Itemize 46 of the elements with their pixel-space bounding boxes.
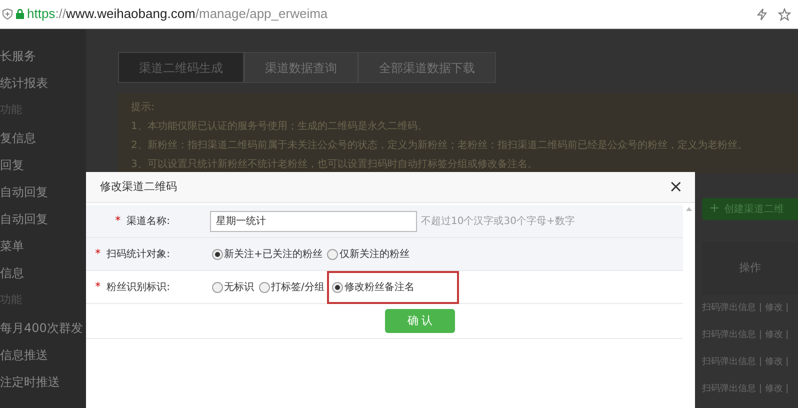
radio-option[interactable]: 仅新关注的粉丝 xyxy=(325,244,412,264)
field-label: 渠道名称: xyxy=(126,214,170,228)
lock-icon xyxy=(16,9,24,19)
shield-icon xyxy=(2,8,13,20)
sidebar-item[interactable]: 注定时推送 xyxy=(0,368,86,395)
sidebar-item[interactable]: 长服务 xyxy=(0,42,86,69)
modal-title: 修改渠道二维码 xyxy=(100,178,177,195)
confirm-button[interactable]: 确 认 xyxy=(385,309,455,333)
sidebar-item[interactable]: 菜单 xyxy=(0,232,86,259)
tab[interactable]: 渠道二维码生成 xyxy=(118,52,244,83)
radio-option[interactable]: 修改粉丝备注名 xyxy=(327,270,460,304)
radio-option[interactable]: 新关注+已关注的粉丝 xyxy=(210,244,324,264)
table-cell-text: 扫码弹出信息 | 修改 | xyxy=(702,328,789,342)
sidebar-item[interactable]: 每月400次群发 xyxy=(0,314,86,341)
table-cell-text: 扫码弹出信息 | 修改 | xyxy=(702,382,789,396)
channel-name-field[interactable]: 星期一统计 xyxy=(210,210,417,232)
required-mark: * xyxy=(95,246,101,262)
table-cell-text: 扫码弹出信息 | 修改 | xyxy=(702,356,789,369)
sidebar-item[interactable]: 统计报表 xyxy=(0,69,86,96)
column-header: 操作 xyxy=(739,260,761,276)
url-text[interactable]: https://www.weihaobang.com/manage/app_erweima xyxy=(27,4,328,24)
close-button[interactable]: × xyxy=(668,178,683,196)
radio-option[interactable]: 无标识 xyxy=(210,278,256,296)
radio-button[interactable] xyxy=(259,282,270,292)
radio-button[interactable] xyxy=(327,248,338,260)
table-cell-text: 扫码弹出信息 | 修改 | xyxy=(702,302,789,315)
sidebar-item[interactable]: 信息推送 xyxy=(0,341,86,368)
sidebar-item[interactable]: 复信息 xyxy=(0,124,86,151)
radio-button[interactable] xyxy=(212,248,223,260)
sidebar-item[interactable]: 回复 xyxy=(0,151,86,178)
lightning-icon[interactable] xyxy=(757,8,767,20)
field-hint: 不超过10个汉字或30个字母+数字 xyxy=(421,214,575,228)
required-mark: * xyxy=(95,278,101,295)
field-label: 扫码统计对象: xyxy=(106,248,170,262)
radio-button[interactable] xyxy=(212,282,223,292)
sidebar-item[interactable]: 信息 xyxy=(0,259,86,286)
scroll-up-arrow-icon[interactable] xyxy=(686,207,692,211)
sidebar-item[interactable]: 自动回复 xyxy=(0,178,86,205)
star-icon[interactable] xyxy=(778,8,791,20)
required-mark: * xyxy=(115,212,121,229)
radio-button[interactable] xyxy=(332,282,344,292)
radio-option[interactable]: 打标签/分组 xyxy=(257,278,326,296)
tab[interactable]: 渠道数据查询 xyxy=(244,52,358,83)
sidebar-item[interactable]: 自动回复 xyxy=(0,205,86,232)
field-label: 粉丝识别标识: xyxy=(106,280,170,294)
tab[interactable]: 全部渠道数据下载 xyxy=(358,52,496,83)
